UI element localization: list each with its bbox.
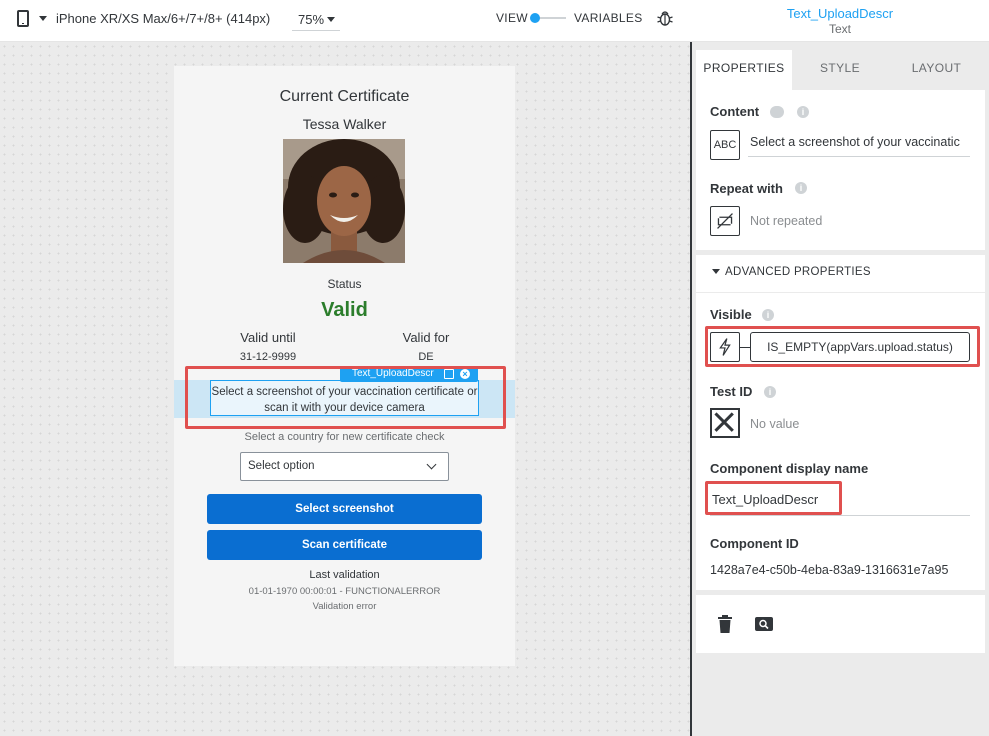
no-repeat-icon[interactable]	[710, 206, 740, 236]
advanced-separator	[696, 292, 985, 293]
x-icon[interactable]	[710, 408, 740, 438]
trash-icon[interactable]	[716, 614, 734, 634]
holder-photo[interactable]	[283, 139, 405, 263]
top-toolbar: iPhone XR/XS Max/6+/7+/8+ (414px) 75% VI…	[0, 0, 989, 42]
device-selector[interactable]: iPhone XR/XS Max/6+/7+/8+ (414px)	[56, 11, 270, 26]
visible-label: Visible	[710, 307, 752, 322]
selected-component-type: Text	[828, 22, 851, 36]
device-dropdown-caret-icon[interactable]	[39, 16, 47, 21]
component-id-value: 1428a7e4-c50b-4eba-83a9-1316631e7a95	[710, 563, 949, 577]
holder-photo-image	[283, 139, 405, 263]
validation-error-text[interactable]: Validation error	[174, 601, 515, 612]
certificate-title[interactable]: Current Certificate	[174, 88, 515, 106]
country-label[interactable]: Select a country for new certificate che…	[174, 431, 515, 443]
select-screenshot-button[interactable]: Select screenshot	[207, 494, 482, 524]
display-name-label: Component display name	[710, 461, 869, 476]
view-mode-label[interactable]: VIEW	[496, 11, 528, 25]
country-select-value[interactable]: Select option	[248, 460, 315, 472]
scan-certificate-button[interactable]: Scan certificate	[207, 530, 482, 560]
advanced-properties-toggle[interactable]: ADVANCED PROPERTIES	[725, 266, 871, 278]
info-icon[interactable]: i	[795, 182, 807, 194]
test-id-value[interactable]: No value	[750, 417, 799, 431]
content-input[interactable]: Select a screenshot of your vaccinatic	[750, 135, 970, 149]
tab-style[interactable]: STYLE	[792, 50, 888, 90]
link-icon[interactable]	[770, 106, 784, 118]
valid-for-value[interactable]: DE	[376, 351, 476, 363]
highlight-box-visible	[705, 326, 980, 367]
content-label: Content	[710, 104, 760, 119]
variables-mode-label[interactable]: VARIABLES	[574, 11, 643, 25]
search-icon[interactable]	[754, 616, 774, 632]
tab-layout[interactable]: LAYOUT	[888, 50, 985, 90]
holder-name[interactable]: Tessa Walker	[174, 116, 515, 132]
selected-component-name: Text_UploadDescr	[786, 6, 894, 21]
content-input-underline	[748, 156, 970, 157]
bug-icon[interactable]	[656, 9, 674, 27]
info-icon[interactable]: i	[797, 106, 809, 118]
status-label[interactable]: Status	[174, 277, 515, 291]
repeat-with-label: Repeat with	[710, 181, 783, 196]
collapse-caret-icon[interactable]	[712, 269, 720, 274]
valid-until-label[interactable]: Valid until	[218, 330, 318, 345]
info-icon[interactable]: i	[762, 309, 774, 321]
display-name-underline	[710, 515, 970, 516]
component-id-label: Component ID	[710, 536, 799, 551]
phone-icon[interactable]	[17, 10, 29, 27]
last-validation-label[interactable]: Last validation	[174, 569, 515, 581]
highlight-box-selected-text	[185, 366, 506, 429]
test-id-label: Test ID	[710, 384, 753, 399]
last-validation-value[interactable]: 01-01-1970 00:00:01 - FUNCTIONALERROR	[174, 586, 515, 597]
status-value[interactable]: Valid	[174, 299, 515, 322]
tab-properties[interactable]: PROPERTIES	[696, 50, 792, 90]
valid-for-label[interactable]: Valid for	[376, 330, 476, 345]
zoom-dropdown-caret-icon[interactable]	[327, 17, 335, 22]
zoom-underline	[292, 30, 340, 31]
highlight-box-display-name	[705, 481, 842, 515]
abc-text-icon[interactable]: ABC	[710, 130, 740, 160]
valid-until-value[interactable]: 31-12-9999	[218, 351, 318, 363]
zoom-selector[interactable]: 75%	[298, 12, 324, 27]
repeat-value[interactable]: Not repeated	[750, 214, 822, 228]
info-icon[interactable]: i	[764, 386, 776, 398]
actions-card	[696, 595, 985, 653]
view-variables-toggle-knob[interactable]	[530, 13, 540, 23]
